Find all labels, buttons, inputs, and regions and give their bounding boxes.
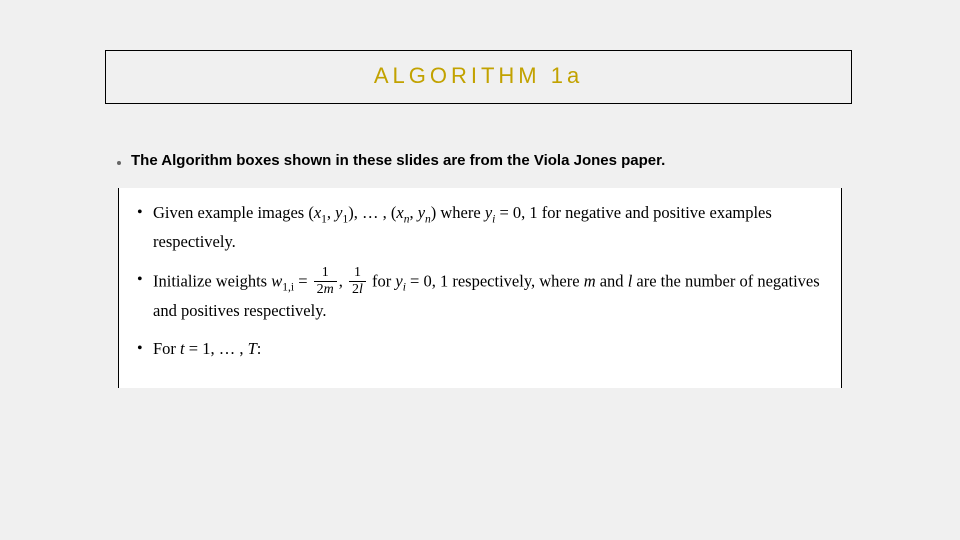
bullet-text: The Algorithm boxes shown in these slide… bbox=[131, 152, 665, 169]
algo-item-3: • For t = 1, … , T: bbox=[137, 336, 823, 362]
title-box: ALGORITHM 1a bbox=[105, 50, 852, 104]
algo-item-2: • Initialize weights w1,i = 12m, 12l for… bbox=[137, 267, 823, 324]
bullet-icon: • bbox=[137, 336, 153, 362]
slide: ALGORITHM 1a The Algorithm boxes shown i… bbox=[0, 0, 960, 540]
bullet-icon: • bbox=[137, 200, 153, 255]
algo-text-2: Initialize weights w1,i = 12m, 12l for y… bbox=[153, 267, 823, 324]
algorithm-box: • Given example images (x1, y1), … , (xn… bbox=[118, 188, 842, 388]
algo-item-1: • Given example images (x1, y1), … , (xn… bbox=[137, 200, 823, 255]
slide-title: ALGORITHM 1a bbox=[106, 63, 851, 89]
bullet-line: The Algorithm boxes shown in these slide… bbox=[117, 152, 665, 169]
bullet-icon: • bbox=[137, 267, 153, 324]
algo-text-1: Given example images (x1, y1), … , (xn, … bbox=[153, 200, 823, 255]
algo-text-3: For t = 1, … , T: bbox=[153, 336, 823, 362]
bullet-icon bbox=[117, 161, 121, 165]
